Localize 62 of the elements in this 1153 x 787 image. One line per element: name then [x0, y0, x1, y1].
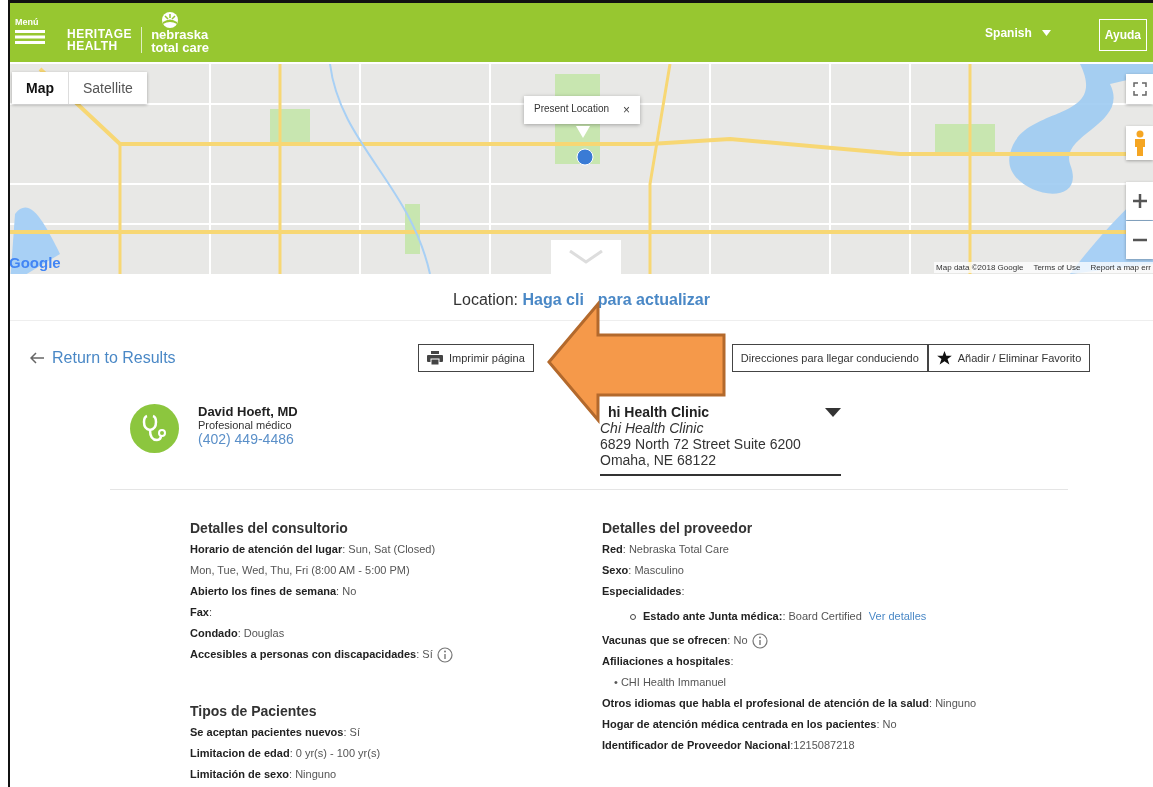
detail-text: Identificador de Proveedor Nacional:1215087218	[602, 738, 855, 753]
detail-text: Accesibles a personas con discapacidades: Sí	[190, 647, 433, 662]
detail-text: Limitacion de edad: 0 yr(s) - 100 yr(s)	[190, 746, 381, 761]
nebraska-total-care-logo: nebraska total care	[151, 27, 209, 54]
zoom-in-button[interactable]	[1126, 182, 1153, 220]
provider-name: David Hoeft, MD	[198, 404, 298, 419]
close-button[interactable]: ×	[623, 103, 631, 117]
fullscreen-icon	[1132, 82, 1147, 96]
detail-text: Vacunas que se ofrecen: No	[602, 633, 748, 648]
popup-pointer	[576, 126, 590, 138]
minus-icon	[1131, 238, 1148, 242]
print-button[interactable]: Imprimir página	[418, 344, 534, 372]
section-heading: Detalles del proveedor	[602, 520, 754, 536]
directions-button[interactable]: Direcciones para llegar conduciendo	[731, 344, 928, 372]
detail-text: Horario de atención del lugar: Sun, Sat (Closed)	[190, 542, 436, 557]
detail-text: Fax:	[190, 605, 213, 620]
popup-title: Present Location	[534, 103, 610, 116]
arrow-left-icon	[30, 352, 44, 364]
section-heading: Detalles del consultorio	[190, 520, 349, 536]
detail-text: Hogar de atención médica centrada en los pacientes: No	[602, 717, 897, 732]
detail-text: Se aceptan pacientes nuevos: Sí	[190, 725, 360, 740]
caret-icon	[1041, 29, 1051, 36]
map-attribution: Map data ©2018 Google	[936, 263, 1024, 272]
attribution-link[interactable]: Report a map err	[1090, 263, 1151, 272]
fullscreen-button[interactable]	[1126, 74, 1153, 104]
favorite-button[interactable]: Añadir / Eliminar Favorito	[927, 344, 1091, 372]
phone-link[interactable]: (402) 449-4486	[198, 431, 298, 447]
detail-text: Condado: Douglas	[190, 626, 285, 641]
heritage-health-logo: HERITAGE HEALTH	[67, 27, 133, 52]
detail-text: Mon, Tue, Wed, Thu, Fri (8:00 AM - 5:00 PM)	[190, 563, 410, 578]
info-icon[interactable]	[436, 646, 453, 663]
chevron-down-icon	[569, 250, 603, 264]
detail-text: Especialidades:	[602, 584, 685, 599]
list-item: • CHI Health Immanuel	[614, 675, 727, 690]
section-heading: Tipos de Pacientes	[190, 703, 318, 719]
update-location-link[interactable]: para actualizar	[597, 291, 710, 308]
attribution-link[interactable]: Terms of Use	[1033, 263, 1081, 272]
stethoscope-icon	[130, 404, 179, 453]
detail-text: Afiliaciones a hospitales:	[602, 654, 734, 669]
detail-text: Limitación de sexo: Ninguno	[190, 767, 337, 782]
caret-icon	[825, 408, 841, 417]
zoom-out-button[interactable]	[1126, 221, 1153, 259]
menu-label: Menú	[15, 17, 40, 27]
plus-icon	[1131, 193, 1148, 209]
location-marker-icon	[576, 148, 594, 166]
detail-text: Sexo: Masculino	[602, 563, 684, 578]
info-icon[interactable]	[751, 632, 768, 649]
map-type-tab[interactable]: Satellite	[68, 72, 147, 104]
detail-text: Red: Nebraska Total Care	[602, 542, 729, 557]
map-type-tab[interactable]: Map	[12, 72, 68, 104]
star-icon	[936, 351, 952, 365]
printer-icon	[427, 351, 443, 365]
detail-text: Abierto los fines de semana: No	[190, 584, 357, 599]
return-link[interactable]: Return to Results	[30, 349, 418, 367]
details-link[interactable]: Ver detalles	[868, 606, 927, 627]
detail-text: Otros idiomas que habla el profesional de atención de la salud: Ninguno	[602, 696, 977, 711]
provider-role: Profesional médico	[198, 419, 293, 431]
detail-text: Estado ante Junta médica:: Board Certified	[643, 609, 862, 624]
update-location-link[interactable]: Haga cli	[522, 291, 584, 308]
location-label: Location:	[453, 291, 520, 308]
location-dropdown[interactable]: hi Health Clinic Chi Health Clinic 6829 North 72 Street Suite 6200 Omaha, NE 68122	[600, 404, 841, 476]
person-icon	[1133, 130, 1146, 156]
